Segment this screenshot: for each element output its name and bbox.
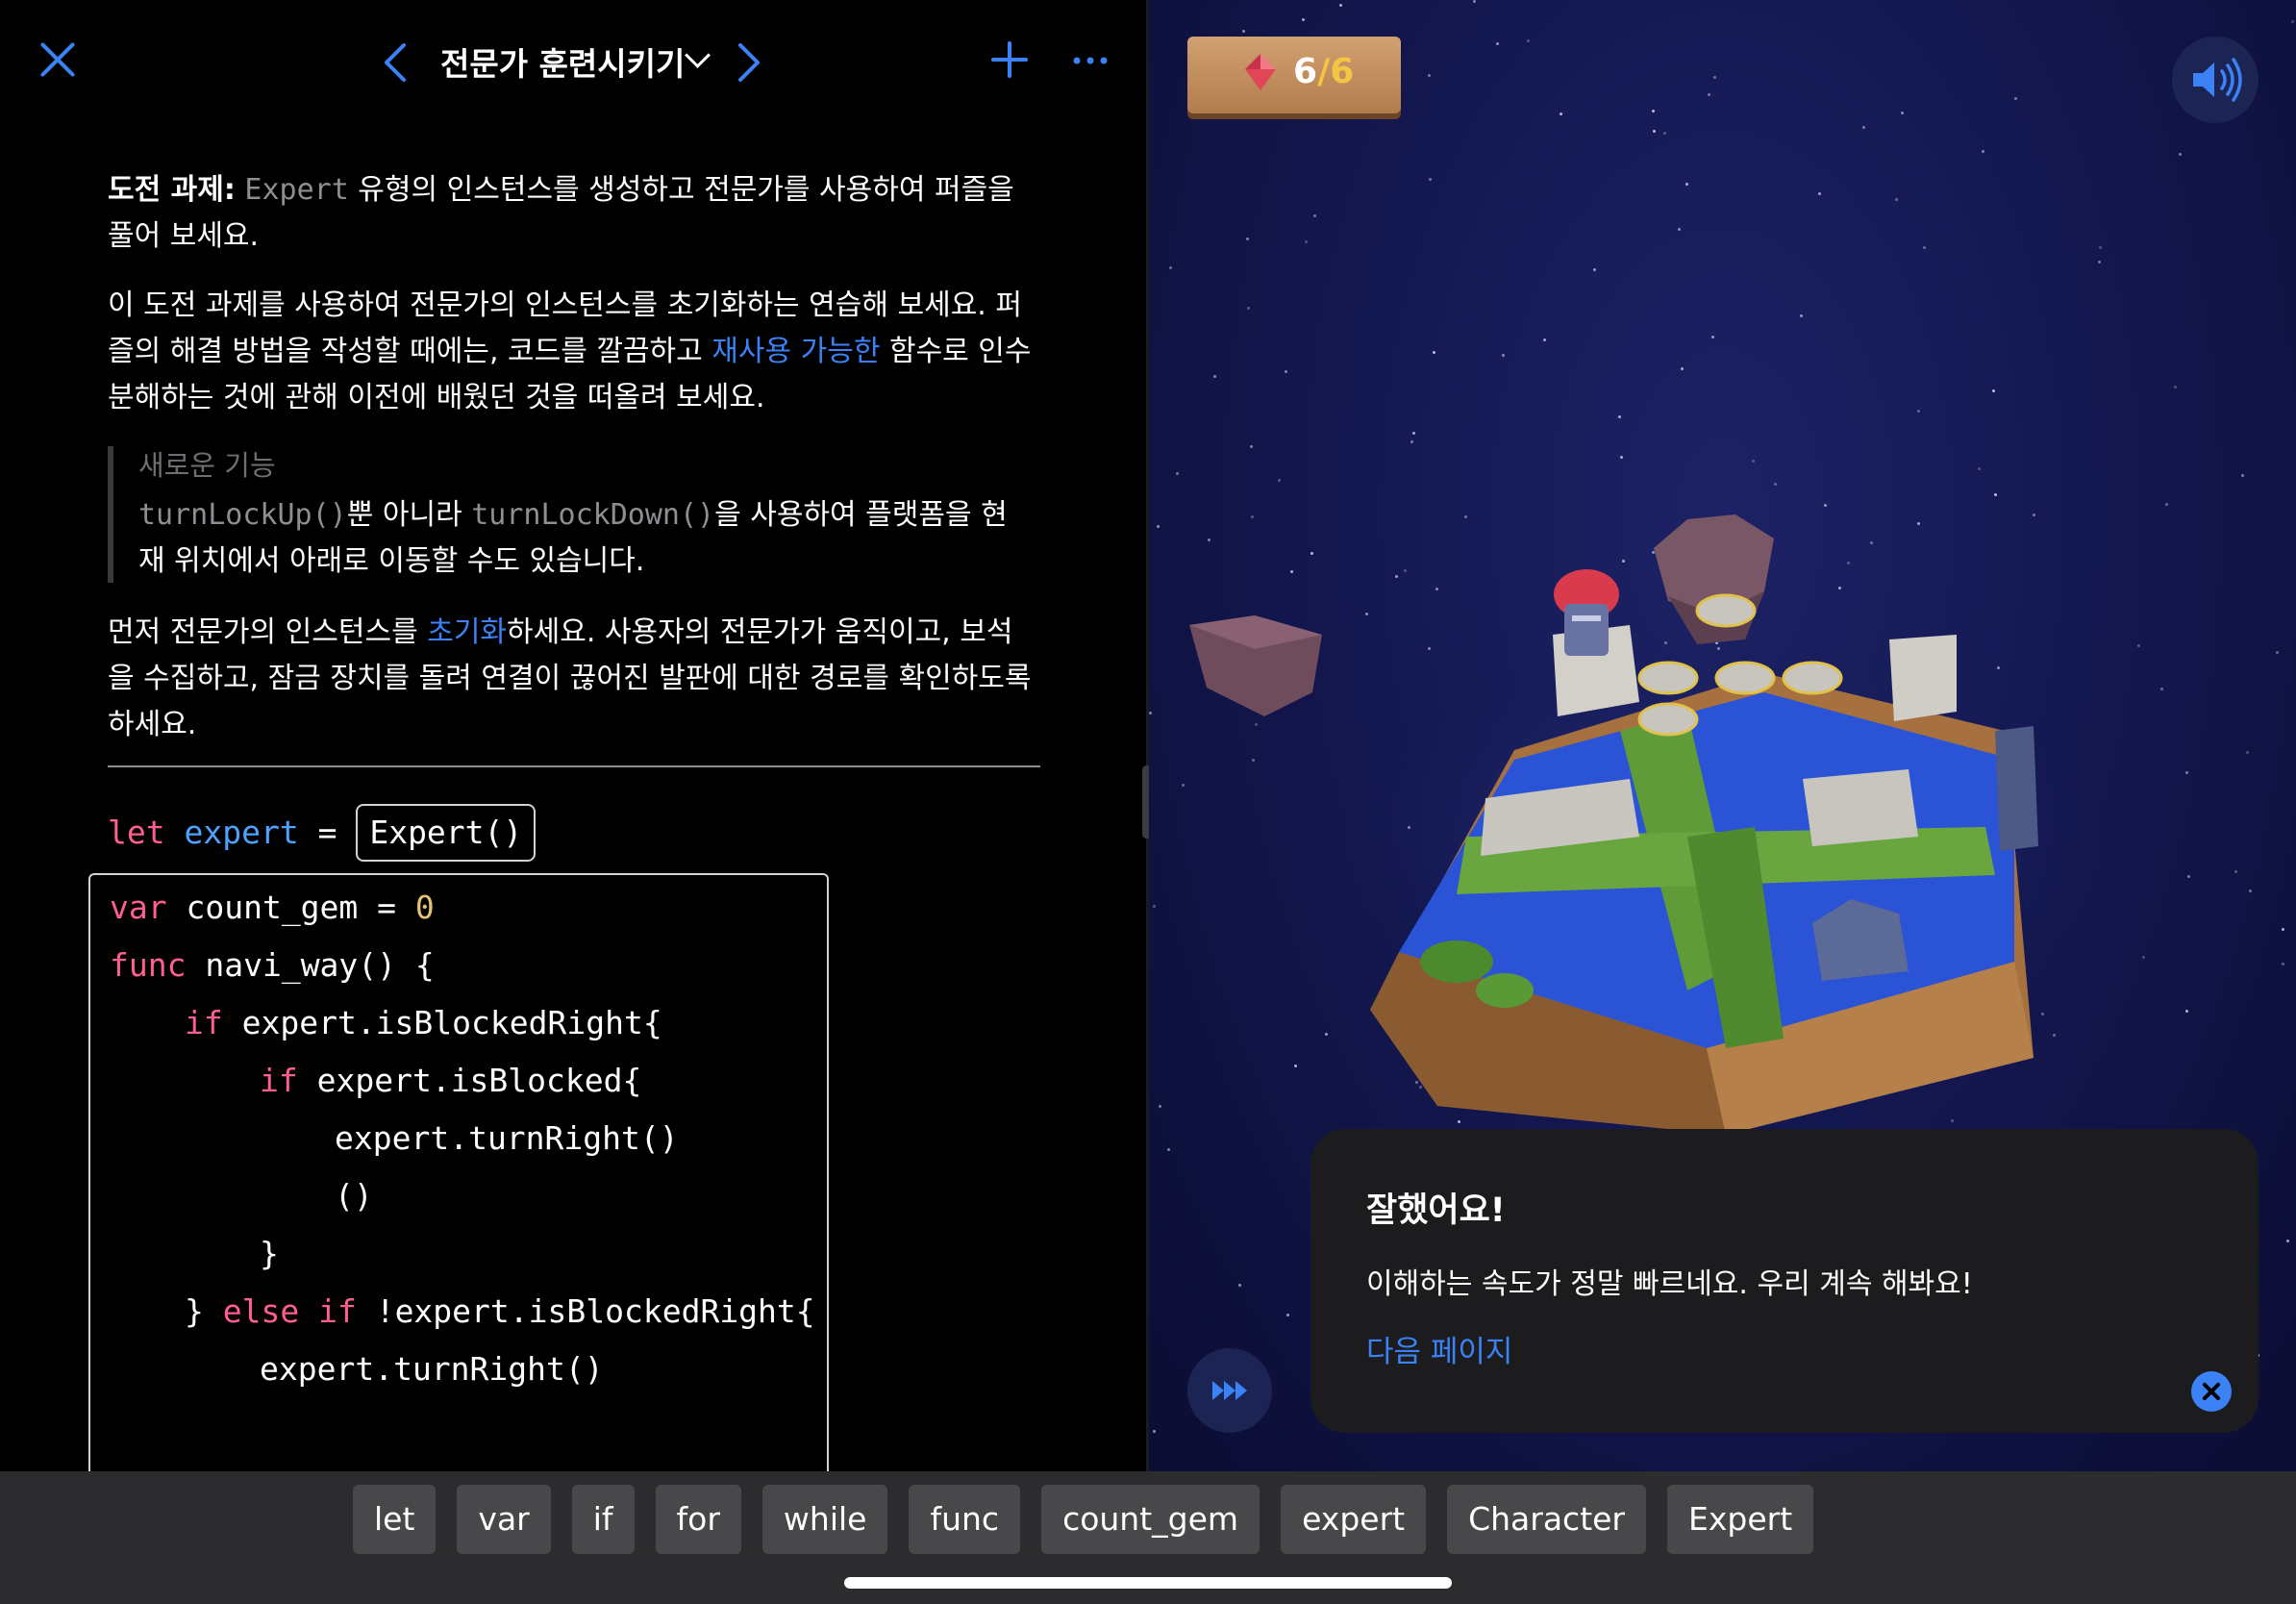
star bbox=[2286, 1240, 2289, 1242]
initialize-link[interactable]: 초기화 bbox=[427, 615, 507, 649]
instructions-pane: 전문가 훈련시키기 도전 과제: Expert 유형의 인스턴스를 생성하고 전… bbox=[0, 0, 1146, 1471]
new-feature-callout: 새로운 기능 turnLockUp()뿐 아니라 turnLockDown()을… bbox=[108, 446, 1031, 583]
code-text: } bbox=[185, 1292, 223, 1330]
let-statement[interactable]: let expert = Expert() bbox=[108, 804, 537, 862]
code-text: } bbox=[260, 1235, 279, 1272]
code-line[interactable]: expert.turnRight() bbox=[260, 1350, 604, 1388]
code-text: expert.isBlockedRight{ bbox=[222, 1004, 662, 1041]
gem-count-text: 6/6 bbox=[1293, 52, 1354, 91]
keyword-chip-while[interactable]: while bbox=[761, 1485, 888, 1554]
callout-code-2: turnLockDown() bbox=[471, 498, 715, 532]
instruction-paragraph: 이 도전 과제를 사용하여 전문가의 인스턴스를 초기화하는 연습해 보세요. … bbox=[108, 283, 1038, 421]
keyword-shortcut-bar: let var if for while func count_gem expe… bbox=[0, 1471, 2296, 1604]
expert-initializer-token[interactable]: Expert() bbox=[356, 804, 537, 862]
code-line[interactable]: if expert.isBlocked{ bbox=[260, 1062, 641, 1099]
star bbox=[1167, 1148, 1170, 1151]
ellipsis-icon[interactable] bbox=[1071, 29, 1110, 77]
goal-text: 먼저 전문가의 인스턴스를 bbox=[108, 615, 428, 649]
code-line[interactable]: () bbox=[335, 1177, 373, 1215]
keyword-chip-var[interactable]: var bbox=[457, 1485, 551, 1554]
keyword-chip-character[interactable]: Character bbox=[1447, 1485, 1646, 1554]
chevron-left-icon[interactable] bbox=[383, 42, 408, 87]
code-line[interactable]: func navi_way() { bbox=[110, 946, 435, 984]
let-equals: = bbox=[317, 814, 337, 851]
popup-title: 잘했어요! bbox=[1366, 1191, 1506, 1230]
close-icon[interactable] bbox=[37, 38, 79, 81]
code-text: navi_way() { bbox=[186, 946, 435, 984]
code-line[interactable]: if expert.isBlockedRight{ bbox=[185, 1004, 662, 1041]
plus-icon[interactable] bbox=[990, 40, 1029, 81]
challenge-code: Expert bbox=[244, 173, 349, 207]
puzzle-world-view[interactable]: 6/6 잘했어요! 이해하는 속도가 정말 빠르네요. 우리 계속 해봐요! 다… bbox=[1149, 0, 2296, 1471]
let-keyword: let bbox=[108, 814, 165, 851]
close-circle-icon[interactable] bbox=[2191, 1371, 2232, 1412]
floating-rock-left bbox=[1189, 615, 1322, 716]
keyword-chips: let var if for while func count_gem expe… bbox=[353, 1485, 1814, 1554]
code-text: () bbox=[335, 1177, 373, 1215]
code-number: 0 bbox=[414, 889, 435, 926]
keyword-chip-expert[interactable]: expert bbox=[1281, 1485, 1427, 1554]
keyword-chip-let[interactable]: let bbox=[353, 1485, 437, 1554]
gems-total: 6 bbox=[1330, 52, 1355, 91]
code-keyword: func bbox=[110, 946, 187, 984]
let-identifier: expert bbox=[184, 814, 299, 851]
chevron-down-icon[interactable] bbox=[685, 42, 711, 68]
code-text: expert.turnRight() bbox=[335, 1119, 679, 1157]
page-title[interactable]: 전문가 훈련시키기 bbox=[440, 38, 685, 85]
code-text: count_gem = bbox=[166, 889, 415, 926]
sound-button[interactable] bbox=[2172, 37, 2259, 123]
callout-body: turnLockUp()뿐 아니라 turnLockDown()을 사용하여 플… bbox=[138, 492, 1031, 585]
code-line[interactable]: } bbox=[260, 1235, 279, 1272]
challenge-label: 도전 과제: bbox=[108, 173, 236, 207]
gem-counter: 6/6 bbox=[1187, 37, 1401, 113]
divider bbox=[108, 765, 1040, 767]
chevron-right-icon[interactable] bbox=[736, 42, 761, 87]
success-popup: 잘했어요! 이해하는 속도가 정말 빠르네요. 우리 계속 해봐요! 다음 페이… bbox=[1310, 1129, 2259, 1433]
code-text: !expert.isBlockedRight{ bbox=[356, 1292, 815, 1330]
star bbox=[1153, 1430, 1156, 1433]
next-page-link[interactable]: 다음 페이지 bbox=[1366, 1327, 1512, 1370]
speaker-icon bbox=[2193, 58, 2242, 102]
code-keyword: if bbox=[185, 1004, 223, 1041]
reusable-link[interactable]: 재사용 가능한 bbox=[711, 335, 880, 368]
code-keyword: var bbox=[110, 889, 167, 926]
code-line[interactable]: } else if !expert.isBlockedRight{ bbox=[185, 1292, 815, 1330]
star bbox=[1286, 1314, 1289, 1316]
gems-collected: 6 bbox=[1293, 52, 1318, 91]
callout-mid: 뿐 아니라 bbox=[346, 498, 472, 532]
code-keyword: else if bbox=[222, 1292, 357, 1330]
keyword-chip-for[interactable]: for bbox=[655, 1485, 741, 1554]
code-text: expert.turnRight() bbox=[260, 1350, 604, 1388]
puzzle-world-scene bbox=[1189, 514, 2130, 1135]
keyword-chip-expert-type[interactable]: Expert bbox=[1667, 1485, 1814, 1554]
gems-separator: / bbox=[1317, 52, 1331, 91]
keyword-chip-if[interactable]: if bbox=[571, 1485, 635, 1554]
popup-message: 이해하는 속도가 정말 빠르네요. 우리 계속 해봐요! bbox=[1366, 1267, 1973, 1301]
keyword-chip-func[interactable]: func bbox=[909, 1485, 1021, 1554]
code-keyword: if bbox=[260, 1062, 298, 1099]
home-indicator[interactable] bbox=[844, 1577, 1452, 1589]
code-text: expert.isBlocked{ bbox=[297, 1062, 642, 1099]
fast-forward-button[interactable] bbox=[1187, 1348, 1272, 1433]
code-line[interactable]: var count_gem = 0 bbox=[110, 889, 435, 926]
keyword-chip-count-gem[interactable]: count_gem bbox=[1041, 1485, 1260, 1554]
challenge-paragraph: 도전 과제: Expert 유형의 인스턴스를 생성하고 전문가를 사용하여 퍼… bbox=[108, 167, 1038, 260]
code-editor[interactable]: var count_gem = 0 func navi_way() { if e… bbox=[88, 873, 829, 1471]
code-line[interactable]: expert.turnRight() bbox=[335, 1119, 679, 1157]
star bbox=[1238, 1284, 1241, 1287]
callout-title: 새로운 기능 bbox=[138, 449, 276, 482]
gem-icon bbox=[1245, 54, 1276, 90]
fast-forward-icon bbox=[1212, 1381, 1247, 1400]
goal-paragraph: 먼저 전문가의 인스턴스를 초기화하세요. 사용자의 전문가가 움직이고, 보석… bbox=[108, 610, 1038, 748]
callout-code-1: turnLockUp() bbox=[138, 498, 347, 532]
